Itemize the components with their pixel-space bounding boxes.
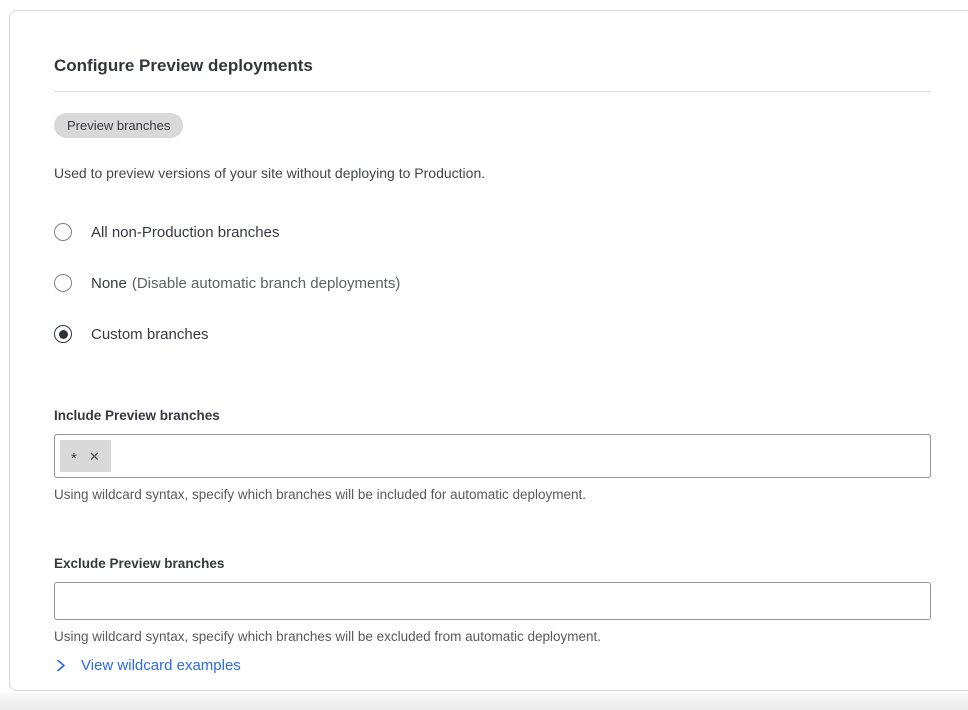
settings-card: Configure Preview deployments Preview br… xyxy=(9,10,968,691)
exclude-preview-branches-section: Exclude Preview branches Using wildcard … xyxy=(54,556,931,645)
preview-branch-radio-group: All non-Production branches None (Disabl… xyxy=(54,223,931,343)
view-wildcard-examples-label: View wildcard examples xyxy=(81,657,241,674)
tag-chip: * ✕ xyxy=(60,440,111,472)
radio-option-label[interactable]: All non-Production branches xyxy=(91,224,279,241)
preview-branches-badge: Preview branches xyxy=(54,113,183,138)
radio-option-sublabel: (Disable automatic branch deployments) xyxy=(132,275,400,292)
radio-dot xyxy=(59,330,68,339)
radio-option-none[interactable]: None (Disable automatic branch deploymen… xyxy=(54,274,931,292)
divider xyxy=(54,91,931,92)
radio-button-selected-icon[interactable] xyxy=(54,325,72,343)
section-description: Used to preview versions of your site wi… xyxy=(54,165,931,182)
view-wildcard-examples-link[interactable]: View wildcard examples xyxy=(54,657,241,674)
radio-option-all-non-production[interactable]: All non-Production branches xyxy=(54,223,931,241)
radio-option-label[interactable]: Custom branches xyxy=(91,326,209,343)
tag-value: * xyxy=(71,450,77,467)
exclude-branches-label: Exclude Preview branches xyxy=(54,556,931,572)
page-title: Configure Preview deployments xyxy=(54,11,931,76)
include-branches-input[interactable]: * ✕ xyxy=(54,434,931,478)
close-icon[interactable]: ✕ xyxy=(89,450,100,463)
radio-option-custom-branches[interactable]: Custom branches xyxy=(54,325,931,343)
exclude-branches-input[interactable] xyxy=(54,582,931,620)
include-branches-help: Using wildcard syntax, specify which bra… xyxy=(54,487,931,503)
exclude-branches-help: Using wildcard syntax, specify which bra… xyxy=(54,629,931,645)
bottom-fade xyxy=(0,691,968,710)
include-branches-label: Include Preview branches xyxy=(54,408,931,424)
include-preview-branches-section: Include Preview branches * ✕ Using wildc… xyxy=(54,408,931,503)
chevron-right-icon xyxy=(54,659,67,672)
radio-button-icon[interactable] xyxy=(54,223,72,241)
radio-button-icon[interactable] xyxy=(54,274,72,292)
radio-option-label[interactable]: None xyxy=(91,275,127,292)
